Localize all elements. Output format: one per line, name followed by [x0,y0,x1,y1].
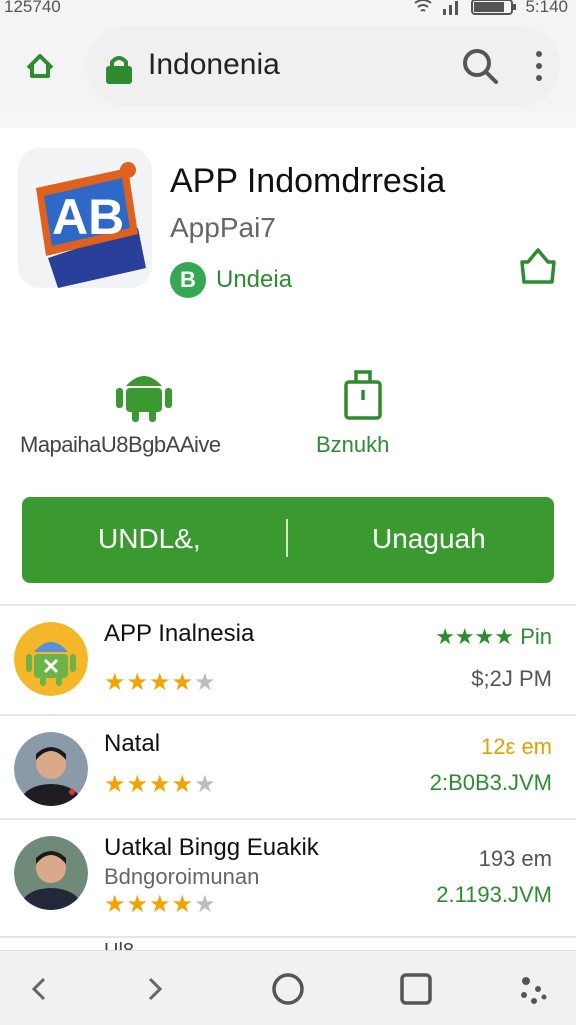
install-button-right-label[interactable]: Unaguah [372,523,486,555]
list-item-meta-top: 193 em [478,846,552,871]
list-item-title: Uatkal Bingg Euakik [104,834,319,861]
back-icon[interactable] [24,969,52,1009]
recents-square-icon[interactable] [398,969,434,1009]
overflow-menu-icon[interactable] [534,48,544,84]
battery-icon [471,0,517,15]
android-icon [116,376,172,422]
divider [0,936,576,938]
shopping-bag-icon [344,370,382,420]
status-bar: 125740 5:140 [0,0,576,18]
forward-icon[interactable] [142,969,170,1009]
browser-toolbar: Indonenia [0,18,576,113]
badge-label: Undeia [216,266,293,293]
divider [0,112,576,128]
feature-label-bag[interactable]: Bznukh [316,432,389,458]
avatar [14,836,88,910]
avatar [14,732,88,806]
verified-badge-icon: B [170,262,206,298]
app-title: APP Indomdrresia [170,162,446,200]
wifi-icon [414,0,433,12]
partial-list-item: Ul8... [104,940,151,950]
list-item[interactable]: APP Inalnesia ★★★★★ ★★★★ Pin $;2J PM [0,608,576,708]
accessibility-icon[interactable] [512,969,552,1009]
rating-stars: ★★★★★ [104,771,217,798]
android-avatar [14,622,88,696]
list-item-meta-bottom: 2.1193.JVM [436,882,552,907]
system-nav-bar [0,950,576,1025]
divider [0,714,576,716]
list-item[interactable]: Natal ★★★★★ 12ε em 2:B0B3.JVM [0,718,576,818]
install-button[interactable]: UNDL&, Unaguah [22,497,554,583]
list-item[interactable]: Uatkal Bingg Euakik Bdngoroimunan ★★★★★ … [0,822,576,922]
lock-icon [106,56,132,84]
feature-label-android[interactable]: MapaihaU8BgbAAive [20,432,221,458]
address-bar[interactable]: Indonenia [86,26,560,106]
divider [0,818,576,820]
app-icon-letters: AB [52,189,124,245]
install-button-left-label[interactable]: UNDL&, [98,523,201,555]
home-icon[interactable] [20,46,60,86]
rating-stars: ★★★★★ [104,669,217,696]
app-icon: AB [18,148,152,288]
wishlist-bookmark-icon[interactable] [518,246,558,286]
status-right-group: 5:140 [413,0,568,17]
list-item-meta-top: ★★★★ Pin [435,624,552,649]
search-icon[interactable] [460,46,500,86]
status-left-text: 125740 [4,0,61,16]
list-item-meta-top: 12ε em [481,734,552,759]
list-item-title: APP Inalnesia [104,620,255,647]
divider [0,604,576,606]
list-item-meta-bottom: $;2J PM [471,666,552,691]
button-divider [286,519,288,557]
app-developer[interactable]: AppPai7 [170,212,276,244]
list-item-title: Natal [104,730,161,757]
signal-icon [443,1,459,15]
list-item-meta-bottom: 2:B0B3.JVM [429,770,552,795]
home-circle-icon[interactable] [270,969,306,1009]
status-time: 5:140 [525,0,568,16]
address-text: Indonenia [148,48,280,81]
rating-stars: ★★★★★ [104,891,217,918]
list-item-subtitle: Bdngoroimunan [104,864,260,889]
